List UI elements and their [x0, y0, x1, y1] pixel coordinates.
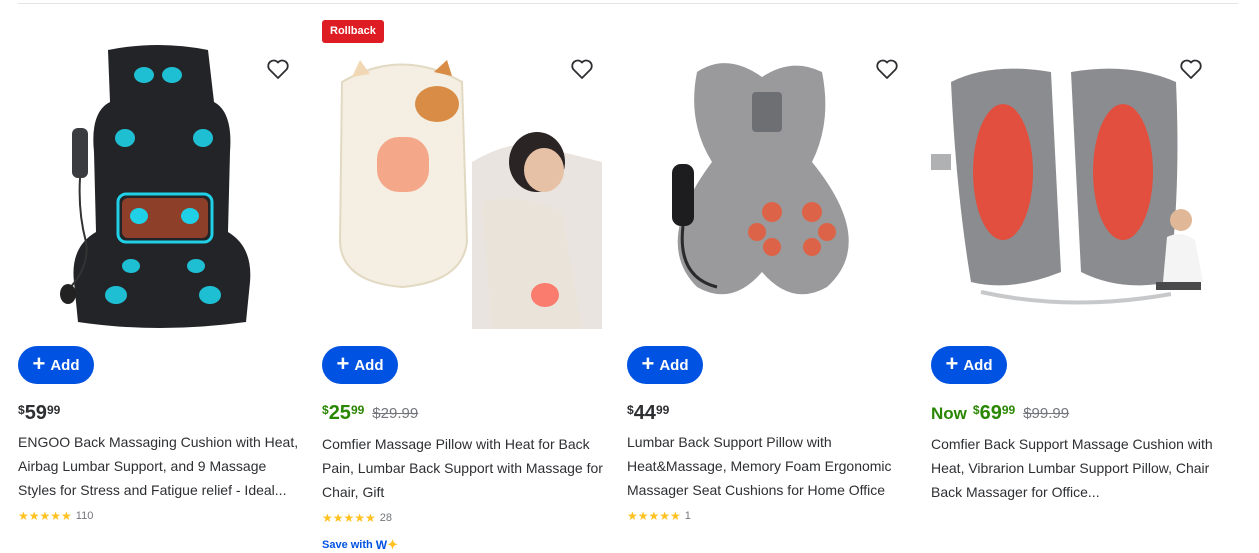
product-rating: ★★★★★ 1 — [627, 509, 691, 523]
add-to-cart-button[interactable]: + Add — [322, 346, 398, 384]
product-rating: ★★★★★ 110 — [18, 509, 93, 523]
product-image[interactable] — [627, 42, 907, 329]
add-to-cart-button[interactable]: + Add — [18, 346, 94, 384]
product-image[interactable] — [18, 42, 298, 329]
product-title[interactable]: Lumbar Back Support Pillow with Heat&Mas… — [627, 430, 909, 502]
save-with-walmart-plus: Save with W✦ — [322, 537, 398, 553]
plus-icon: + — [945, 351, 959, 376]
was-price: $29.99 — [372, 405, 419, 422]
price-dollars: 59 — [24, 402, 47, 424]
star-rating-icon: ★★★★★ — [18, 509, 72, 523]
lumbar-pillow-image — [672, 63, 849, 295]
product-price: $ 59 99 — [18, 400, 60, 426]
review-count: 28 — [379, 512, 393, 524]
price-cents: 99 — [1001, 403, 1016, 417]
price-dollars: 25 — [328, 402, 351, 424]
rollback-badge: Rollback — [322, 20, 384, 43]
product-price: $ 44 99 — [627, 400, 669, 426]
add-button-label: Add — [354, 356, 384, 374]
price-now-label: Now — [931, 404, 967, 423]
plus-icon: + — [32, 351, 46, 376]
price-cents: 99 — [350, 403, 365, 417]
add-button-label: Add — [963, 356, 993, 374]
add-to-cart-button[interactable]: + Add — [931, 346, 1007, 384]
product-title[interactable]: Comfier Massage Pillow with Heat for Bac… — [322, 432, 604, 504]
product-price: $ 25 99 $29.99 — [322, 400, 418, 428]
back-support-cushion-image — [931, 68, 1203, 305]
product-card[interactable]: Rollback + Add $ 25 99 $29.99 Comfier Ma… — [322, 0, 604, 552]
product-card[interactable]: + Add $ 59 99 ENGOO Back Massaging Cushi… — [18, 0, 300, 552]
product-rating: ★★★★★ 28 — [322, 511, 392, 525]
review-count: 110 — [75, 510, 94, 522]
review-count: 1 — [684, 510, 691, 522]
star-rating-icon: ★★★★★ — [322, 511, 376, 525]
add-to-cart-button[interactable]: + Add — [627, 346, 703, 384]
product-image[interactable] — [931, 42, 1211, 329]
plus-icon: + — [641, 351, 655, 376]
price-currency: $ — [18, 403, 25, 417]
spark-icon: ✦ — [387, 537, 398, 552]
product-title[interactable]: ENGOO Back Massaging Cushion with Heat, … — [18, 430, 300, 502]
price-cents: 99 — [46, 403, 61, 417]
star-rating-icon: ★★★★★ — [627, 509, 681, 523]
price-currency: $ — [972, 403, 980, 417]
cat-massage-pillow-image — [322, 42, 602, 329]
massage-seat-cushion-image — [60, 45, 251, 328]
heart-outline-icon[interactable] — [1179, 57, 1203, 81]
product-price: Now $ 69 99 $99.99 — [931, 400, 1069, 428]
price-currency: $ — [322, 403, 329, 417]
heart-outline-icon[interactable] — [875, 57, 899, 81]
add-button-label: Add — [50, 356, 80, 374]
was-price: $99.99 — [1023, 405, 1070, 422]
price-cents: 99 — [655, 403, 670, 417]
product-image[interactable] — [322, 42, 602, 329]
price-currency: $ — [627, 403, 634, 417]
walmart-plus-logo: W✦ — [375, 537, 398, 552]
product-card[interactable]: + Add Now $ 69 99 $99.99 Comfier Back Su… — [931, 0, 1213, 552]
price-dollars: 69 — [979, 402, 1002, 424]
product-card[interactable]: + Add $ 44 99 Lumbar Back Support Pillow… — [627, 0, 909, 552]
price-dollars: 44 — [633, 402, 656, 424]
add-button-label: Add — [659, 356, 689, 374]
heart-outline-icon[interactable] — [570, 57, 594, 81]
plus-icon: + — [336, 351, 350, 376]
save-with-label: Save with — [322, 539, 373, 551]
heart-outline-icon[interactable] — [266, 57, 290, 81]
product-title[interactable]: Comfier Back Support Massage Cushion wit… — [931, 432, 1213, 504]
